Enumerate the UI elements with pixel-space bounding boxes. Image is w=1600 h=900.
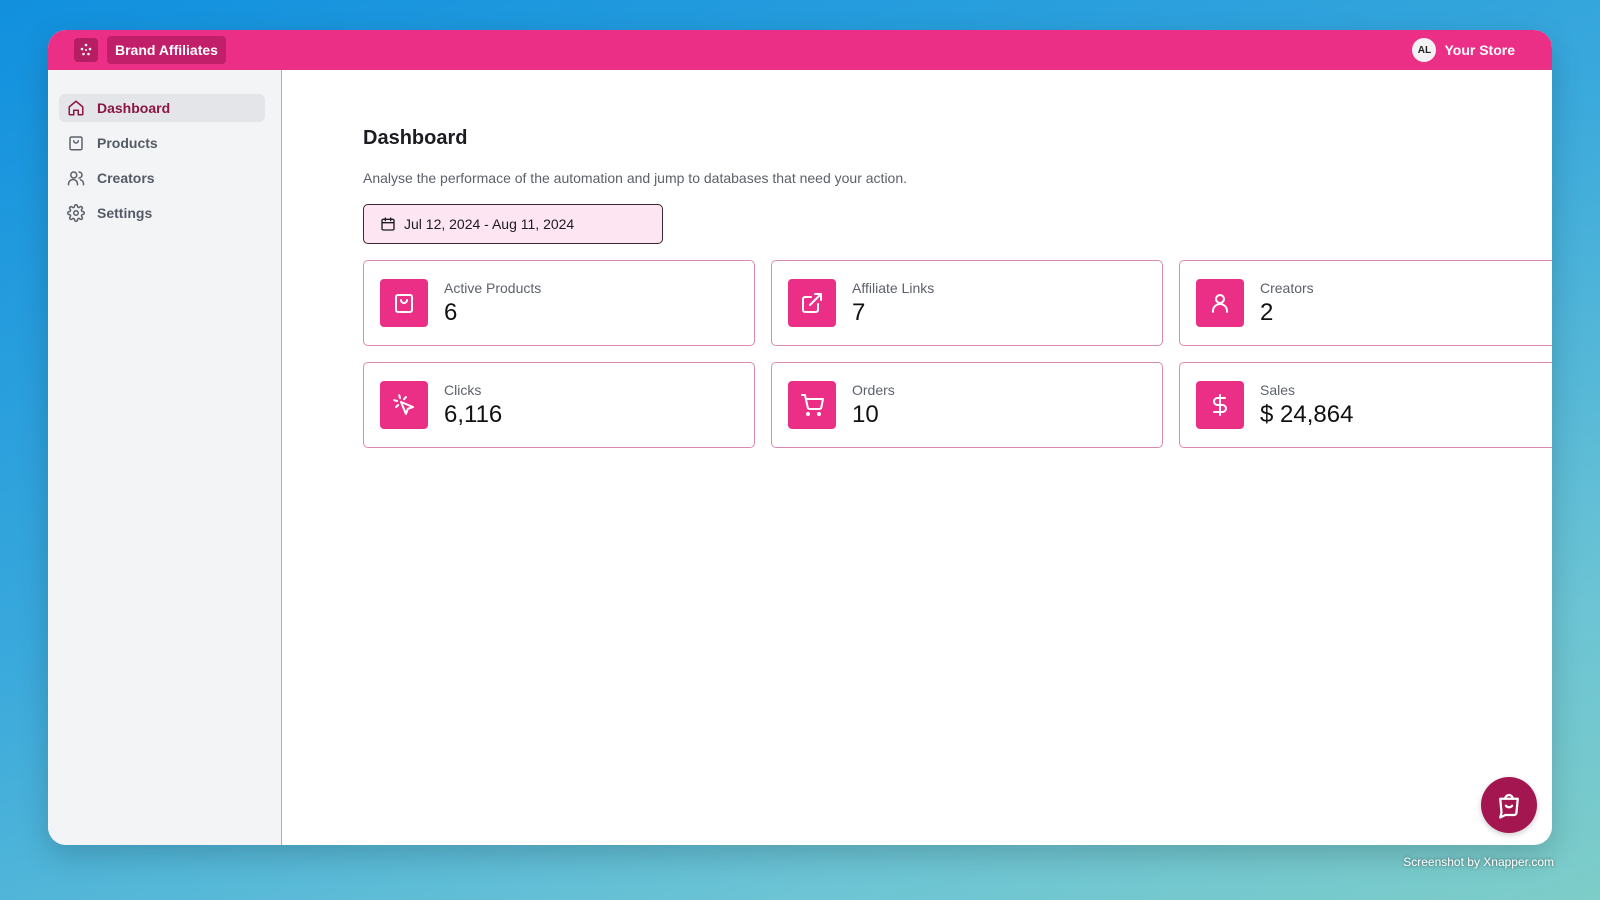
sidebar-item-label: Settings xyxy=(97,205,153,221)
help-chat-button[interactable] xyxy=(1481,777,1537,833)
stat-label: Creators xyxy=(1260,280,1314,296)
sidebar-item-label: Creators xyxy=(97,170,155,186)
stat-value: 2 xyxy=(1260,299,1274,326)
sidebar-item-settings[interactable]: Settings xyxy=(59,199,265,227)
stat-card-active-products[interactable]: Active Products 6 xyxy=(363,260,755,346)
stat-card-sales[interactable]: Sales $ 24,864 xyxy=(1179,362,1552,448)
stat-label: Orders xyxy=(852,382,895,398)
stat-card-affiliate-links[interactable]: Affiliate Links 7 xyxy=(771,260,1163,346)
calendar-icon xyxy=(381,217,395,231)
brand-name[interactable]: Brand Affiliates xyxy=(107,36,226,64)
shopping-bag-icon xyxy=(69,136,83,151)
app-window: Brand Affiliates AL Your Store Dashboard… xyxy=(48,30,1552,845)
stat-label: Clicks xyxy=(444,382,482,398)
stat-card-creators[interactable]: Creators 2 xyxy=(1179,260,1552,346)
sidebar: Dashboard Products Creators Settings xyxy=(48,70,282,845)
sidebar-item-products[interactable]: Products xyxy=(59,129,265,157)
avatar[interactable]: AL xyxy=(1412,38,1437,62)
stat-value: 7 xyxy=(852,299,866,326)
stat-value: 10 xyxy=(852,401,879,428)
cursor-click-icon xyxy=(380,381,428,429)
page-title: Dashboard xyxy=(363,127,468,149)
sidebar-item-label: Dashboard xyxy=(97,100,171,116)
external-link-icon xyxy=(788,279,836,327)
home-icon xyxy=(68,100,84,116)
date-range-label: Jul 12, 2024 - Aug 11, 2024 xyxy=(404,216,575,232)
brand-logo-icon[interactable] xyxy=(74,38,98,62)
gear-icon xyxy=(67,204,85,222)
stat-value: $ 24,864 xyxy=(1260,401,1354,428)
dollar-icon xyxy=(1196,381,1244,429)
top-bar: Brand Affiliates AL Your Store xyxy=(48,30,1552,70)
sidebar-item-dashboard[interactable]: Dashboard xyxy=(59,94,265,122)
watermark: Screenshot by Xnapper.com xyxy=(1403,855,1554,869)
shopping-cart-icon xyxy=(788,381,836,429)
stat-label: Sales xyxy=(1260,382,1296,398)
stat-value: 6,116 xyxy=(444,401,503,428)
stat-card-orders[interactable]: Orders 10 xyxy=(771,362,1163,448)
store-switcher[interactable]: AL Your Store xyxy=(1412,38,1515,62)
stat-value: 6 xyxy=(444,299,458,326)
user-icon xyxy=(1196,279,1244,327)
sidebar-item-label: Products xyxy=(97,135,158,151)
date-range-picker[interactable]: Jul 12, 2024 - Aug 11, 2024 xyxy=(363,204,663,244)
shopping-bag-icon xyxy=(380,279,428,327)
stat-label: Active Products xyxy=(444,280,542,296)
store-name[interactable]: Your Store xyxy=(1444,42,1515,58)
shopping-bag-chat-icon xyxy=(1499,793,1519,819)
stat-label: Affiliate Links xyxy=(852,280,935,296)
main-content: Dashboard Analyse the performace of the … xyxy=(283,70,1552,845)
sidebar-item-creators[interactable]: Creators xyxy=(59,164,265,192)
page-description: Analyse the performace of the automation… xyxy=(363,170,908,186)
stat-card-clicks[interactable]: Clicks 6,116 xyxy=(363,362,755,448)
users-icon xyxy=(67,171,85,186)
